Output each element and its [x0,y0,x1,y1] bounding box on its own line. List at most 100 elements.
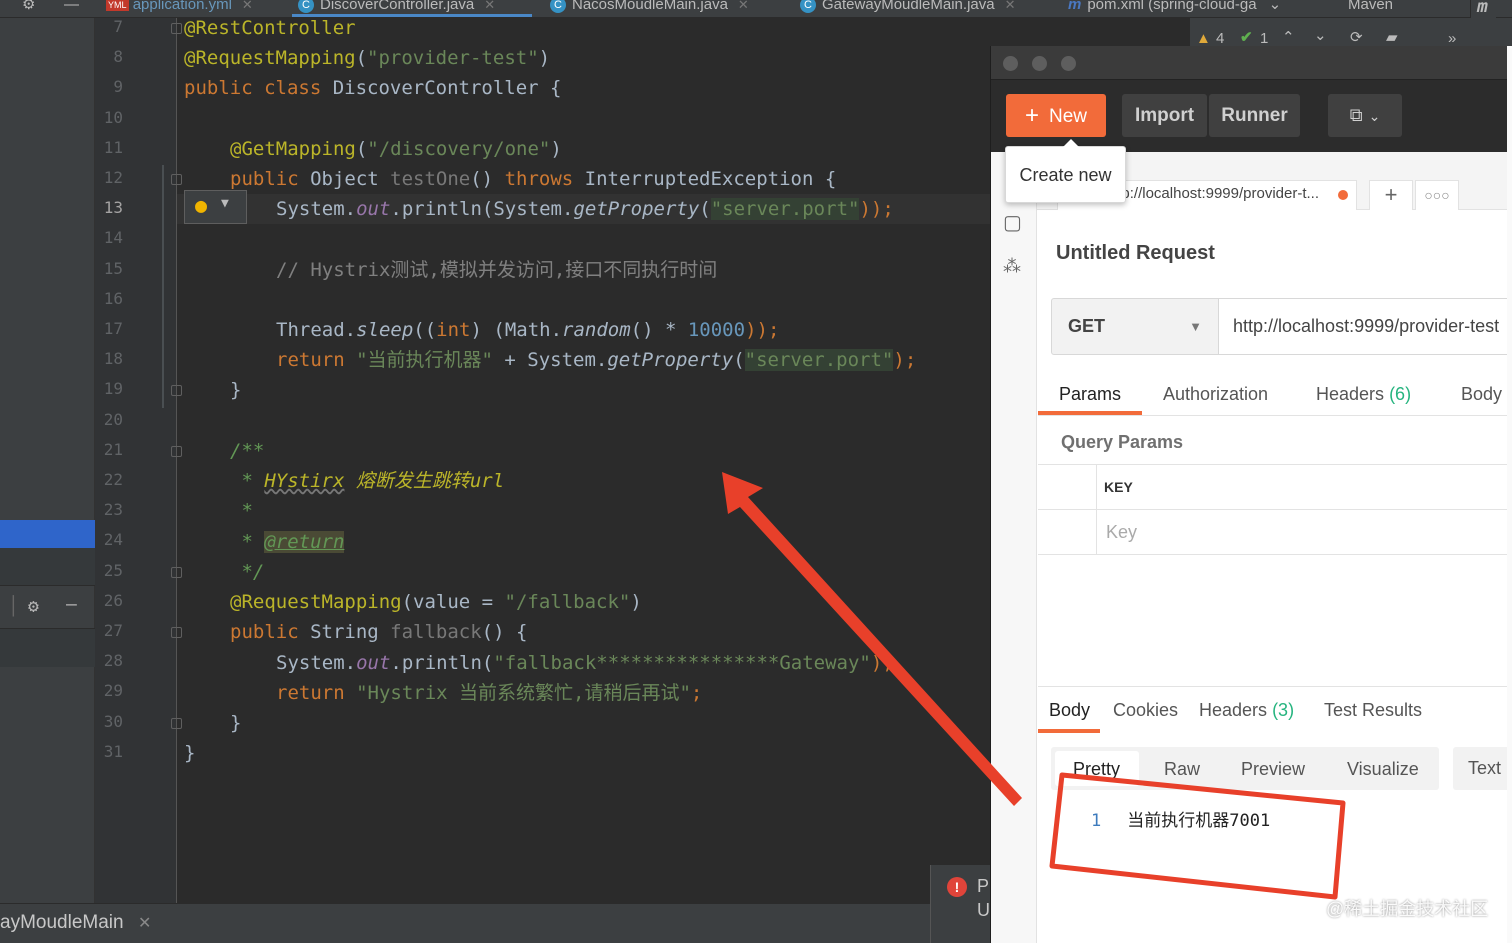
caret-down-icon[interactable]: ▼ [221,196,229,211]
run-tool-window-bar: ayMoudleMain ✕ [0,903,990,943]
static-field: out [356,198,391,220]
number-literal: 10000 [687,319,746,341]
import-button[interactable]: Import [1122,94,1207,137]
window-title-bar [991,46,1512,80]
close-icon[interactable]: ✕ [138,913,151,933]
collections-icon[interactable]: ▢ [1003,210,1022,235]
code-text: .println(System. [390,198,574,220]
url-input[interactable]: http://localhost:9999/provider-test [1218,298,1512,355]
request-name[interactable]: Untitled Request [1056,242,1215,265]
warning-icon[interactable]: ▲ [1196,30,1211,47]
doc-comment: */ [230,561,265,583]
static-method: getProperty [607,349,734,371]
maven-m-icon: m [1068,0,1082,13]
warning-count: 4 [1216,30,1225,47]
new-button-label: New [1049,106,1088,127]
runner-button[interactable]: Runner [1209,94,1300,137]
keyword: public class [184,77,333,99]
fold-marker-icon[interactable] [171,385,182,396]
code-line: @RestController [184,17,356,39]
fold-marker-icon[interactable] [171,567,182,578]
refresh-icon[interactable]: ⟳ [1350,28,1363,46]
format-pretty[interactable]: Pretty [1073,759,1120,780]
intention-bulb[interactable]: ● ▼ [184,190,247,224]
new-button[interactable]: + New [1006,94,1106,137]
doc-comment: /** [230,440,265,462]
add-tab-button[interactable]: + [1369,180,1413,210]
code-text: (value = [401,591,505,613]
format-raw[interactable]: Raw [1164,759,1200,780]
key-input[interactable]: Key [1106,522,1137,543]
fold-marker-icon[interactable] [171,174,182,185]
tab-authorization[interactable]: Authorization [1163,384,1268,405]
fold-marker-icon[interactable] [171,446,182,457]
window-close-icon[interactable] [1003,56,1018,71]
class-name: DiscoverController { [332,77,562,99]
resp-headers-count: (3) [1272,700,1295,720]
check-icon[interactable]: ✔ [1240,28,1253,46]
code-text: ); [870,652,894,674]
resp-tab-headers[interactable]: Headers (3) [1199,700,1294,721]
format-preview[interactable]: Preview [1241,759,1305,780]
fold-marker-icon[interactable] [171,627,182,638]
resp-tab-body[interactable]: Body [1049,700,1090,721]
string-literal: "fallback****************Gateway" [493,652,871,674]
method-value: GET [1068,316,1106,336]
code-text: ; [690,682,703,704]
code-text: + System. [492,349,608,371]
resp-headers-label: Headers [1199,700,1268,720]
watermark: @稀土掘金技术社区 [1326,899,1489,919]
keyword: return [276,682,357,704]
method-select[interactable]: GET ▼ [1051,298,1219,355]
code-line: @RequestMapping(value = "/fallback") [230,591,642,613]
chevron-down-icon[interactable]: ⌄ [1269,0,1282,13]
code-text: Thread. [276,319,357,341]
chevron-up-icon[interactable]: ⌃ [1282,28,1295,46]
code-text: .println( [390,652,494,674]
resp-tab-cookies[interactable]: Cookies [1113,700,1178,721]
code-editor[interactable]: @RestController @RequestMapping("provide… [0,0,990,903]
notification-text: P [977,876,990,896]
scrollbar[interactable] [1507,46,1512,943]
apis-icon[interactable]: ⁂ [1003,256,1021,277]
tab-pom-xml[interactable]: m pom.xml (spring-cloud-ga ⌄ [1068,0,1281,17]
run-tab-label[interactable]: ayMoudleMain [0,912,124,934]
string-literal: "Hystrix 当前系统繁忙,请稍后再试" [356,682,691,704]
lightbulb-icon[interactable]: ● [195,193,207,217]
window-plus-icon: ⧉ [1349,105,1363,125]
tab-params[interactable]: Params [1059,384,1121,405]
code-line: Thread.sleep((int) (Math.random() * 1000… [276,319,779,341]
close-icon[interactable]: ✕ [1005,0,1016,12]
table-row[interactable]: Key [1038,510,1512,555]
format-type-select[interactable]: Text [1453,747,1512,790]
problems-notification[interactable]: ! P U [930,865,992,943]
tab-body[interactable]: Body [1461,384,1502,405]
chevron-down-icon[interactable]: ⌄ [1314,26,1327,44]
keyword: public [230,621,311,643]
tooltip-arrow [1063,139,1079,147]
response-text: 当前执行机器7001 [1127,811,1271,831]
fold-marker-icon[interactable] [171,718,182,729]
keyword: int [436,319,471,341]
more-options-icon[interactable]: ○○○ [1415,180,1459,210]
window-maximize-icon[interactable] [1061,56,1076,71]
code-line: @GetMapping("/discovery/one") [230,138,562,160]
code-text: () * [630,319,688,341]
method-name: testOne [390,168,471,190]
string-literal: "/discovery/one" [367,138,551,160]
fold-marker-icon[interactable] [171,23,182,34]
format-visualize[interactable]: Visualize [1347,759,1419,780]
more-chevron-icon[interactable]: » [1448,30,1456,47]
tab-headers[interactable]: Headers (6) [1316,384,1411,405]
exception-type: InterruptedException { [584,168,837,190]
code-text: System. [276,652,357,674]
format-toolbar: Pretty Raw Preview Visualize [1051,747,1439,790]
unsaved-dot-icon [1338,190,1348,200]
resp-tab-test-results[interactable]: Test Results [1324,700,1422,721]
code-line: } [184,742,196,764]
folder-icon[interactable]: ▰ [1386,28,1398,46]
code-text: System. [276,198,357,220]
new-window-button[interactable]: ⧉ ⌄ [1328,94,1402,137]
window-minimize-icon[interactable] [1032,56,1047,71]
annotation: @GetMapping [230,138,356,160]
